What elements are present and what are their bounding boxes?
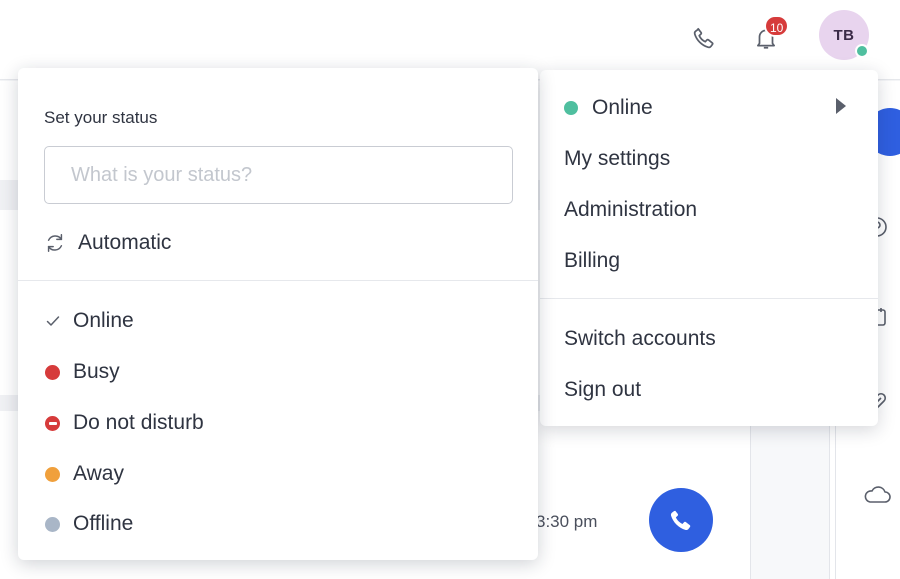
status-message-input[interactable] [44,146,513,204]
status-option-away[interactable]: Away [44,459,124,489]
status-option-do-not-disturb[interactable]: Do not disturb [44,408,204,438]
page-column [750,410,830,579]
status-option-offline[interactable]: Offline [44,509,133,539]
status-option-label: Away [73,462,124,485]
check-icon [44,313,61,330]
phone-icon [670,510,691,531]
phone-icon [693,27,714,49]
phone-button[interactable] [688,22,720,54]
menu-item-my-settings[interactable]: My settings [564,144,670,174]
status-option-label: Busy [73,360,120,383]
user-avatar[interactable]: TB [819,10,869,60]
menu-item-sign-out[interactable]: Sign out [564,375,641,405]
current-status-label: Online [592,96,653,119]
call-time: 3:30 pm [536,512,598,531]
menu-item-switch-accounts[interactable]: Switch accounts [564,324,716,354]
automatic-status-option[interactable]: Automatic [44,228,171,258]
menu-item-administration[interactable]: Administration [564,195,697,225]
avatar-initials: TB [833,26,855,44]
status-menu-item[interactable]: Online [564,93,653,123]
cloud-icon[interactable] [860,478,894,512]
status-option-label: Do not disturb [73,411,204,434]
status-menu-title: Set your status [44,108,158,127]
status-menu: Set your status Automatic Online Busy Do… [18,68,538,560]
online-status-dot [564,101,578,115]
account-menu: Online My settings Administration Billin… [540,70,878,426]
status-option-label: Offline [73,512,134,535]
call-button[interactable] [649,488,713,552]
submenu-arrow-icon [836,98,846,114]
automatic-label: Automatic [78,231,172,254]
menu-item-billing[interactable]: Billing [564,246,620,276]
away-status-dot [45,466,60,482]
presence-indicator [855,44,869,58]
status-divider [18,280,538,281]
status-option-busy[interactable]: Busy [44,357,120,387]
offline-status-dot [45,516,60,532]
status-option-label: Online [73,309,134,332]
menu-divider [540,298,878,299]
sync-icon [44,232,66,254]
notifications-button[interactable]: 10 [750,15,790,54]
busy-status-dot [45,364,60,380]
status-option-online[interactable]: Online [44,306,134,336]
notification-count-badge: 10 [764,15,790,37]
do-not-disturb-icon [45,415,60,431]
